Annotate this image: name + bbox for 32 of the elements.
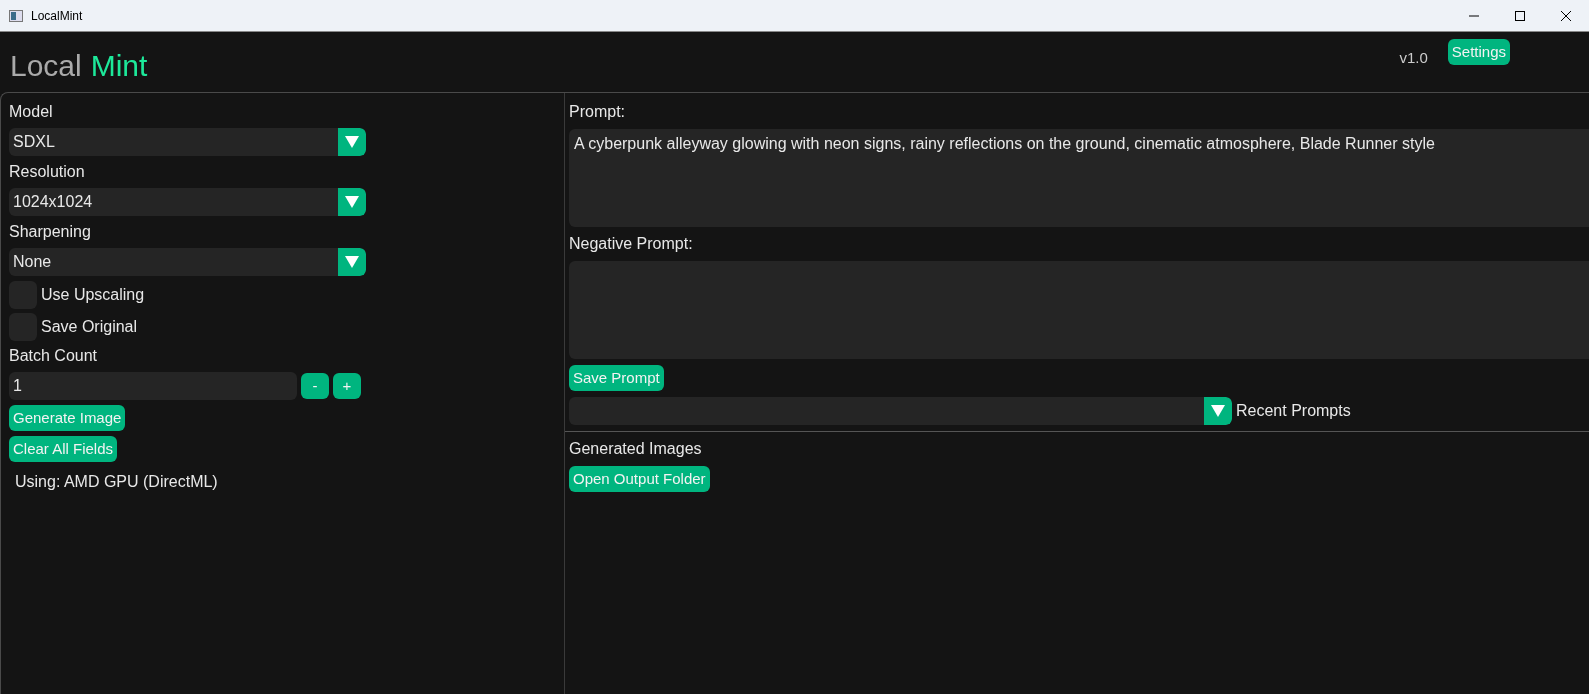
- recent-prompts-dropdown[interactable]: [569, 397, 1232, 425]
- dropdown[interactable]: None: [9, 248, 366, 276]
- dropdown-arrow-icon: [1211, 405, 1225, 417]
- section-title: Generated Images: [569, 439, 703, 459]
- batch-count-field[interactable]: 1: [9, 372, 297, 400]
- version-label: v1.0: [1399, 48, 1428, 66]
- app-icon: [9, 9, 23, 22]
- field-label: Batch Count: [9, 346, 99, 366]
- field-label: Sharpening: [9, 222, 92, 242]
- negative-prompt-label: Negative Prompt:: [569, 234, 694, 254]
- field-label: Resolution: [9, 162, 86, 182]
- dropdown-arrow-icon: [345, 256, 359, 268]
- action-button[interactable]: Clear All Fields: [9, 436, 118, 462]
- app-logo-text: Local Mint: [10, 49, 148, 83]
- checkbox-label: Use Upscaling: [41, 285, 145, 304]
- increment-button[interactable]: +: [333, 373, 361, 399]
- dropdown-arrow-icon: [345, 196, 359, 208]
- window-title: LocalMint: [31, 8, 84, 23]
- checkbox-label: Save Original: [41, 317, 138, 336]
- dropdown-arrow-icon: [345, 136, 359, 148]
- prompt-field[interactable]: A cyberpunk alleyway glowing with neon signs, rainy reflections on the ground, cinematic atmosphere, Blade Runner style: [569, 129, 1589, 227]
- recent-prompts-label: Recent Prompts: [1236, 402, 1351, 420]
- settings-button[interactable]: Settings: [1447, 39, 1510, 65]
- decrement-button[interactable]: -: [301, 373, 329, 399]
- action-button[interactable]: Generate Image: [9, 405, 126, 431]
- save-prompt-button[interactable]: Save Prompt: [569, 365, 664, 391]
- device-status-text: Using: AMD GPU (DirectML): [14, 472, 219, 492]
- field-label: Model: [9, 102, 54, 122]
- open-output-folder-button[interactable]: Open Output Folder: [569, 466, 710, 492]
- prompt-label: Prompt:: [569, 102, 626, 122]
- dropdown[interactable]: SDXL: [9, 128, 366, 156]
- dropdown[interactable]: 1024x1024: [9, 188, 366, 216]
